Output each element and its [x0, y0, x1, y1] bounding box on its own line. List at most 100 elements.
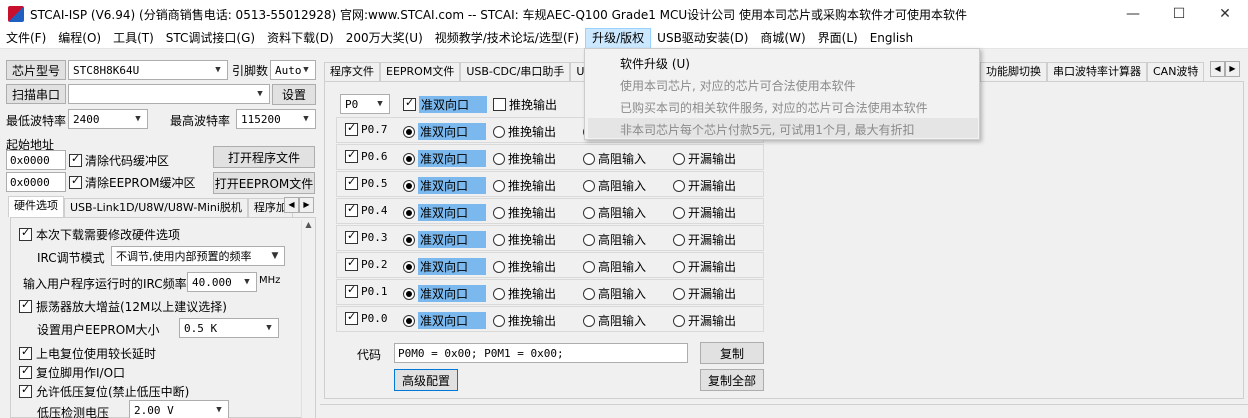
- chevron-left-icon[interactable]: ◀: [1210, 61, 1225, 77]
- pin-enable-option[interactable]: P0.6: [345, 148, 388, 163]
- all-push-option[interactable]: 推挽输出: [493, 96, 557, 113]
- mode-push-option[interactable]: 推挽输出: [493, 123, 556, 140]
- menu-video[interactable]: 视频教学/技术论坛/选型(F): [429, 28, 585, 49]
- mode-hiz-radio[interactable]: [583, 314, 595, 327]
- lvr-checkbox[interactable]: [19, 383, 32, 398]
- chevron-right-icon[interactable]: ▶: [1225, 61, 1240, 77]
- mode-push-radio[interactable]: [493, 260, 505, 273]
- mode-od-option[interactable]: 开漏输出: [673, 150, 736, 167]
- lvd-select[interactable]: 2.00 V ▼: [129, 400, 229, 418]
- port-select[interactable]: ▼: [68, 84, 270, 104]
- all-bidir-checkbox[interactable]: [403, 96, 416, 111]
- reset-io-checkbox[interactable]: [19, 364, 32, 379]
- tab-usb-cdc[interactable]: USB-CDC/串口助手: [460, 62, 571, 81]
- left-tab-scroller[interactable]: ◀ ▶: [284, 197, 314, 213]
- mode-hiz-option[interactable]: 高阻输入: [583, 150, 646, 167]
- mode-od-radio[interactable]: [673, 233, 685, 246]
- mode-hiz-radio[interactable]: [583, 206, 595, 219]
- menu-ui[interactable]: 界面(L): [812, 28, 864, 49]
- all-bidir-option[interactable]: 准双向口: [403, 96, 487, 113]
- settings-button[interactable]: 设置: [272, 84, 316, 105]
- pin-enable-checkbox[interactable]: [345, 229, 358, 244]
- power-delay-checkbox[interactable]: [19, 345, 32, 360]
- mode-bidir-option[interactable]: 准双向口: [403, 231, 486, 248]
- mode-hiz-radio[interactable]: [583, 287, 595, 300]
- osc-gain-checkbox[interactable]: [19, 298, 32, 313]
- irc-freq-select[interactable]: 40.000 ▼: [187, 272, 257, 292]
- eeprom-size-select[interactable]: 0.5 K ▼: [179, 318, 279, 338]
- mode-push-radio[interactable]: [493, 179, 505, 192]
- eeprom-address-input[interactable]: 0x0000: [6, 172, 66, 192]
- mode-od-radio[interactable]: [673, 314, 685, 327]
- mode-push-option[interactable]: 推挽输出: [493, 312, 556, 329]
- copy-all-button[interactable]: 复制全部: [700, 369, 764, 391]
- chevron-right-icon[interactable]: ▶: [299, 197, 314, 213]
- start-address-input[interactable]: 0x0000: [6, 150, 66, 170]
- mode-hiz-option[interactable]: 高阻输入: [583, 285, 646, 302]
- min-baud-select[interactable]: 2400 ▼: [68, 109, 148, 129]
- mode-bidir-option[interactable]: 准双向口: [403, 258, 486, 275]
- pin-count-select[interactable]: Auto ▼: [270, 60, 316, 80]
- chip-model-button[interactable]: 芯片型号: [6, 60, 66, 80]
- copy-button[interactable]: 复制: [700, 342, 764, 364]
- mode-bidir-option[interactable]: 准双向口: [403, 177, 486, 194]
- irc-mode-select[interactable]: 不调节,使用内部预置的频率 ▼: [111, 246, 285, 266]
- mode-push-option[interactable]: 推挽输出: [493, 231, 556, 248]
- mode-bidir-radio[interactable]: [403, 152, 415, 165]
- mode-push-option[interactable]: 推挽输出: [493, 150, 556, 167]
- mode-hiz-radio[interactable]: [583, 152, 595, 165]
- pin-enable-checkbox[interactable]: [345, 283, 358, 298]
- pin-enable-checkbox[interactable]: [345, 121, 358, 136]
- close-button[interactable]: ✕: [1202, 0, 1248, 28]
- mode-hiz-option[interactable]: 高阻输入: [583, 204, 646, 221]
- mode-hiz-option[interactable]: 高阻输入: [583, 258, 646, 275]
- mode-hiz-option[interactable]: 高阻输入: [583, 312, 646, 329]
- pin-enable-option[interactable]: P0.2: [345, 256, 388, 271]
- mode-bidir-radio[interactable]: [403, 125, 415, 138]
- menu-file[interactable]: 文件(F): [0, 28, 52, 49]
- minimize-button[interactable]: —: [1110, 0, 1156, 28]
- power-delay-option[interactable]: 上电复位使用较长延时: [19, 345, 156, 362]
- tab-baud-calculator[interactable]: 串口波特率计算器: [1047, 62, 1147, 81]
- scrollbar[interactable]: ▲: [301, 220, 315, 418]
- chip-model-select[interactable]: STC8H8K64U ▼: [68, 60, 228, 80]
- mode-od-radio[interactable]: [673, 206, 685, 219]
- clear-eeprom-option[interactable]: 清除EEPROM缓冲区: [69, 174, 196, 191]
- menu-english[interactable]: English: [864, 28, 919, 49]
- mode-od-option[interactable]: 开漏输出: [673, 204, 736, 221]
- pin-enable-option[interactable]: P0.5: [345, 175, 388, 190]
- mode-push-option[interactable]: 推挽输出: [493, 258, 556, 275]
- mode-hiz-radio[interactable]: [583, 233, 595, 246]
- mode-od-option[interactable]: 开漏输出: [673, 177, 736, 194]
- chevron-up-icon[interactable]: ▲: [302, 220, 315, 229]
- pin-enable-option[interactable]: P0.1: [345, 283, 388, 298]
- mode-bidir-radio[interactable]: [403, 287, 415, 300]
- mode-bidir-option[interactable]: 准双向口: [403, 312, 486, 329]
- menu-prize[interactable]: 200万大奖(U): [340, 28, 429, 49]
- chevron-left-icon[interactable]: ◀: [284, 197, 299, 213]
- mode-od-radio[interactable]: [673, 287, 685, 300]
- mode-bidir-radio[interactable]: [403, 260, 415, 273]
- mode-od-option[interactable]: 开漏输出: [673, 258, 736, 275]
- tab-hardware-options[interactable]: 硬件选项: [8, 196, 64, 217]
- menu-shop[interactable]: 商城(W): [754, 28, 811, 49]
- mode-push-option[interactable]: 推挽输出: [493, 285, 556, 302]
- menu-tools[interactable]: 工具(T): [107, 28, 160, 49]
- mode-bidir-radio[interactable]: [403, 206, 415, 219]
- pin-enable-option[interactable]: P0.7: [345, 121, 388, 136]
- code-output[interactable]: P0M0 = 0x00; P0M1 = 0x00;: [394, 343, 688, 363]
- tab-usb-link[interactable]: USB-Link1D/U8W/U8W-Mini脱机: [64, 198, 248, 217]
- mode-bidir-radio[interactable]: [403, 179, 415, 192]
- max-baud-select[interactable]: 115200 ▼: [236, 109, 316, 129]
- mode-hiz-option[interactable]: 高阻输入: [583, 231, 646, 248]
- tab-pin-switch[interactable]: 功能脚切换: [980, 62, 1047, 81]
- mode-push-radio[interactable]: [493, 287, 505, 300]
- pin-enable-checkbox[interactable]: [345, 202, 358, 217]
- mode-bidir-option[interactable]: 准双向口: [403, 285, 486, 302]
- clear-eeprom-checkbox[interactable]: [69, 174, 82, 189]
- pin-enable-option[interactable]: P0.0: [345, 310, 388, 325]
- osc-gain-option[interactable]: 振荡器放大增益(12M以上建议选择): [19, 298, 227, 315]
- mode-od-radio[interactable]: [673, 152, 685, 165]
- mode-push-radio[interactable]: [493, 206, 505, 219]
- mode-od-option[interactable]: 开漏输出: [673, 285, 736, 302]
